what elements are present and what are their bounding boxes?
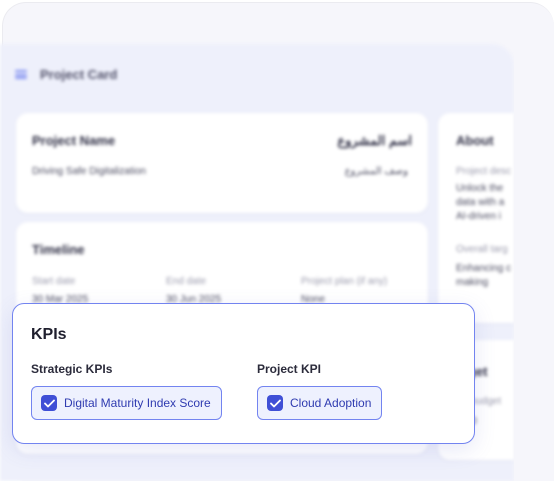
menu-icon[interactable] [15,70,27,79]
about-card: About Project desc Unlock the data with … [438,113,514,323]
panel-edge [514,44,554,481]
end-date-label: End date [166,276,207,287]
timeline-heading: Timeline [32,242,85,257]
overall-target-line: Enhancing c [456,263,512,274]
project-desc-line: Unlock the [456,183,504,194]
kpis-title: KPIs [31,326,67,343]
strategic-kpis-label: Strategic KPIs [31,362,113,376]
project-desc-line: data with a [456,197,505,208]
page-title: Project Card [40,67,118,82]
project-name-value-ar: وصف المشروع [344,166,408,177]
project-kpi-chip-label: Cloud Adoption [290,396,372,410]
project-kpi-chip[interactable]: Cloud Adoption [257,386,383,420]
project-desc-label: Project desc [456,166,512,177]
strategic-kpi-chip[interactable]: Digital Maturity Index Score [31,386,222,420]
overall-target-line: making [456,277,489,288]
project-name-card: Project Name اسم المشروع Driving Safe Di… [16,113,428,213]
project-name-heading: Project Name [32,133,116,148]
project-name-value: Driving Safe Digitalization [32,166,146,177]
checkbox-checked-icon[interactable] [267,395,283,411]
project-kpi-label: Project KPI [257,362,322,376]
checkbox-checked-icon[interactable] [41,395,57,411]
project-desc-line: AI-driven i [456,211,502,222]
kpis-card: KPIs Strategic KPIs Digital Maturity Ind… [12,303,475,444]
start-date-label: Start date [32,276,76,287]
about-heading: About [456,133,494,148]
project-name-heading-ar: اسم المشروع [337,133,412,148]
overall-target-label: Overall targ [456,244,508,255]
strategic-kpi-chip-label: Digital Maturity Index Score [64,396,211,410]
project-plan-label: Project plan (if any) [301,276,388,287]
